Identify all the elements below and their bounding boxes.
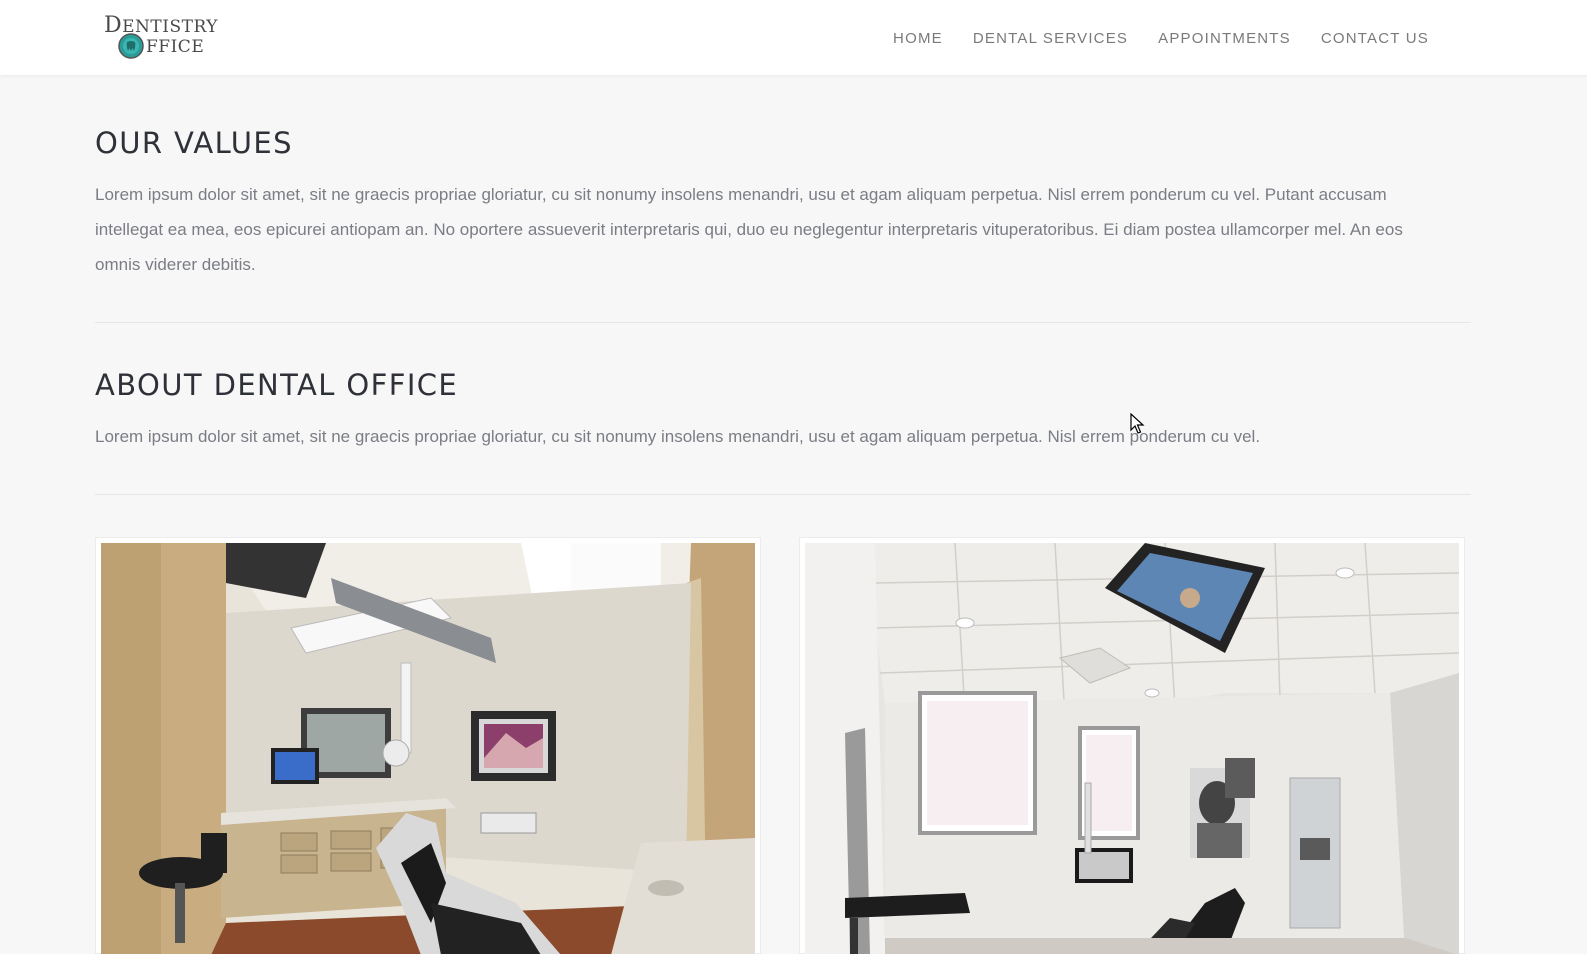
section-divider xyxy=(95,494,1471,495)
values-title: OUR VALUES xyxy=(95,126,293,160)
values-text: Lorem ipsum dolor sit amet, sit ne graec… xyxy=(95,185,1403,274)
nav-home[interactable]: HOME xyxy=(893,28,943,50)
office-photo-frame xyxy=(95,537,761,954)
site-logo[interactable]: DENTISTRY FFICE xyxy=(104,13,217,63)
logo-word-2: FFICE xyxy=(146,37,205,57)
mouse-cursor-icon xyxy=(1130,413,1145,434)
nav-dental-services[interactable]: DENTAL SERVICES xyxy=(973,28,1128,50)
nav-contact-us[interactable]: CONTACT US xyxy=(1321,28,1429,50)
logo-line-2: FFICE xyxy=(118,33,204,59)
ceiling-tv-room-photo xyxy=(805,543,1459,954)
office-photo-frame xyxy=(799,537,1465,954)
section-divider xyxy=(95,322,1471,323)
main-nav: HOME DENTAL SERVICES APPOINTMENTS CONTAC… xyxy=(893,28,1429,50)
treatment-room-photo xyxy=(101,543,755,954)
about-text: Lorem ipsum dolor sit amet, sit ne graec… xyxy=(95,427,1261,446)
site-header: DENTISTRY FFICE HOME DENTAL SERVICES APP… xyxy=(0,0,1587,75)
nav-appointments[interactable]: APPOINTMENTS xyxy=(1158,28,1291,50)
about-title: ABOUT DENTAL OFFICE xyxy=(95,368,459,402)
